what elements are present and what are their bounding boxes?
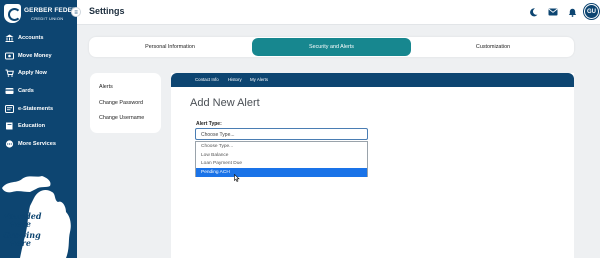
page-title: Settings xyxy=(89,6,125,16)
card-icon xyxy=(5,87,14,95)
sidebar-item-education[interactable]: Education xyxy=(0,117,77,135)
book-icon xyxy=(5,122,14,130)
brand-logo[interactable]: GERBER FEDERAL CREDIT UNION xyxy=(4,4,86,24)
tagline-line: Here xyxy=(9,219,31,229)
sidebar: GERBER FEDERAL CREDIT UNION Accounts Mov… xyxy=(0,0,86,258)
subnav-my-alerts[interactable]: My Alerts xyxy=(250,77,268,82)
security-side-menu: Alerts Change Password Change Username xyxy=(90,73,161,133)
michigan-map-graphic: Founded Here Growing Here xyxy=(0,170,77,258)
sidebar-item-label: e-Statements xyxy=(18,105,54,112)
cart-icon xyxy=(5,69,14,78)
side-item-alerts[interactable]: Alerts xyxy=(99,84,113,90)
settings-tabs: Personal Information Security and Alerts… xyxy=(89,37,574,57)
sidebar-item-e-statements[interactable]: e-Statements xyxy=(0,100,77,118)
subnav-history[interactable]: History xyxy=(228,77,242,82)
alerts-subnav: Contact Info History My Alerts xyxy=(171,73,574,87)
sidebar-item-cards[interactable]: Cards xyxy=(0,82,77,100)
user-avatar[interactable]: GU xyxy=(584,4,599,19)
sidebar-item-apply-now[interactable]: Apply Now xyxy=(0,64,77,82)
alert-type-dropdown: Choose Type... Low Balance Loan Payment … xyxy=(195,141,368,177)
sidebar-item-more-services[interactable]: More Services xyxy=(0,135,77,153)
sidebar-item-label: Accounts xyxy=(18,34,44,41)
top-header: Settings GU xyxy=(77,0,600,25)
form-title: Add New Alert xyxy=(190,97,260,109)
statement-icon xyxy=(5,104,14,113)
option-pending-ach[interactable]: Pending ACH xyxy=(196,168,367,177)
sidebar-item-accounts[interactable]: Accounts xyxy=(0,29,77,47)
tab-personal-information[interactable]: Personal Information xyxy=(90,38,250,56)
alert-type-label: Alert Type: xyxy=(196,121,222,127)
dark-mode-icon[interactable] xyxy=(528,7,538,17)
sidebar-item-label: Move Money xyxy=(18,52,52,59)
mouse-cursor-icon xyxy=(234,169,240,182)
mail-icon[interactable] xyxy=(548,7,558,17)
option-choose-type[interactable]: Choose Type... xyxy=(196,142,367,151)
transfer-icon xyxy=(5,52,14,60)
bank-icon xyxy=(5,34,14,42)
side-item-change-password[interactable]: Change Password xyxy=(99,100,143,106)
select-current-value: Choose Type... xyxy=(201,131,235,138)
tab-security-and-alerts[interactable]: Security and Alerts xyxy=(252,38,411,56)
alert-type-select[interactable]: Choose Type... xyxy=(195,128,368,145)
tab-customization[interactable]: Customization xyxy=(413,38,573,56)
alerts-card: Contact Info History My Alerts Add New A… xyxy=(171,73,574,258)
brand-badge-icon xyxy=(4,4,21,23)
sidebar-item-label: Cards xyxy=(18,87,34,94)
subnav-contact-info[interactable]: Contact Info xyxy=(195,77,219,82)
sidebar-item-move-money[interactable]: Move Money xyxy=(0,47,77,65)
sidebar-item-label: Apply Now xyxy=(18,70,47,77)
sidebar-item-label: More Services xyxy=(18,140,56,147)
sidebar-nav: Accounts Move Money Apply Now Cards e-St… xyxy=(0,29,77,153)
more-icon xyxy=(5,140,14,148)
tagline-line: Here xyxy=(9,238,31,248)
sidebar-item-label: Education xyxy=(18,123,46,130)
bell-icon[interactable] xyxy=(567,7,577,17)
brand-subtitle: CREDIT UNION xyxy=(31,16,64,21)
option-low-balance[interactable]: Low Balance xyxy=(196,151,367,160)
sidebar-collapse-button[interactable]: ≡ xyxy=(71,7,81,17)
side-item-change-username[interactable]: Change Username xyxy=(99,115,144,121)
